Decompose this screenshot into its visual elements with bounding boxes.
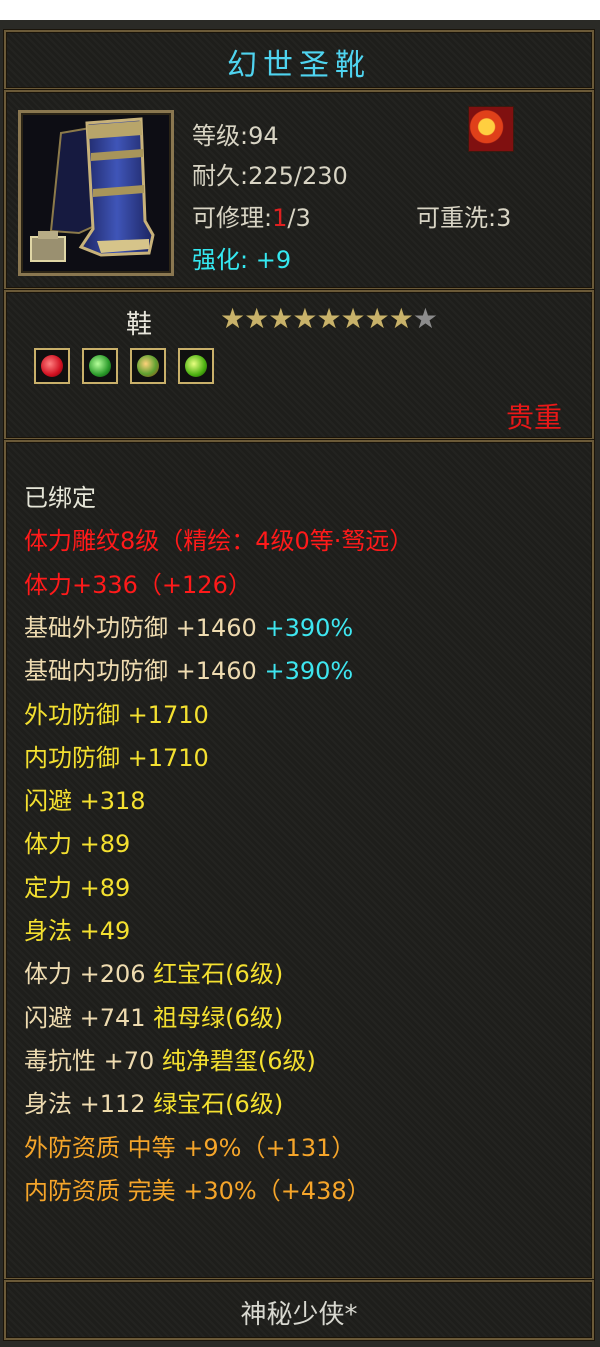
stats-section: 已绑定体力雕纹8级（精绘：4级0等·驽远） 体力+336（+126） 基础外功防御 … <box>4 440 594 1280</box>
owner-name: 神秘少侠* <box>240 1300 358 1330</box>
stat-line: 外防资质 中等 +9%（+131） <box>24 1128 355 1163</box>
rarity-label: 贵重 <box>505 401 562 434</box>
stat-line: 内防资质 完美 +30%（+438） <box>24 1171 371 1206</box>
stat-segment: +390% <box>264 657 354 686</box>
stat-line: 基础内功防御 +1460 +390% <box>24 651 353 686</box>
repair-label: 可修理: <box>192 204 273 232</box>
star-filled-icon: ★ <box>388 302 414 335</box>
stat-line: 基础外功防御 +1460 +390% <box>24 608 353 643</box>
level-text: 等级:94 <box>192 122 279 150</box>
stat-line: 内功防御 +1710 <box>24 738 209 773</box>
star-filled-icon: ★ <box>364 302 390 335</box>
stat-segment: 体力雕纹8级（精绘：4级0等·驽远） <box>24 527 414 556</box>
red-gem-icon[interactable] <box>34 348 70 384</box>
stat-segment: 身法 +49 <box>24 917 131 945</box>
item-type: 鞋 <box>126 310 153 340</box>
footer-bar: 神秘少侠* <box>4 1280 594 1340</box>
boots-icon <box>30 117 155 262</box>
enhance-line: 强化: +9 <box>192 240 291 275</box>
star-filled-icon: ★ <box>268 302 293 335</box>
fire-skill-icon[interactable] <box>468 106 514 152</box>
stat-line: 闪避 +318 <box>24 781 146 816</box>
repair-count: 可修理:1/3 <box>192 198 311 233</box>
lime-gem-icon[interactable] <box>178 348 214 384</box>
stat-segment: 体力 +206 <box>24 960 154 989</box>
stat-segment: 绿宝石(6级) <box>153 1090 284 1119</box>
stat-line: 定力 +89 <box>24 868 130 903</box>
item-tooltip: 幻世圣靴 等级:94 耐久:225/230 可修理:1/3 可重洗:3 强化: … <box>0 20 600 1347</box>
stat-segment: +390% <box>264 613 354 642</box>
stat-line: 已绑定 <box>24 478 96 513</box>
stat-segment: 毒抗性 +70 <box>24 1046 162 1075</box>
stat-segment: 基础内功防御 +1460 <box>24 657 265 686</box>
stat-line: 外功防御 +1710 <box>24 695 209 730</box>
star-filled-icon: ★ <box>244 302 269 335</box>
stat-line: 体力 +89 <box>24 824 130 859</box>
stat-segment: 已绑定 <box>24 484 96 512</box>
orange-green-gem-icon[interactable] <box>130 348 166 384</box>
repair-total: /3 <box>287 204 311 232</box>
rewash-text: 可重洗:3 <box>416 204 512 232</box>
star-filled-icon: ★ <box>316 302 341 335</box>
stat-segment: 内功防御 +1710 <box>24 743 209 772</box>
durability-text: 耐久:225/230 <box>192 162 348 190</box>
stat-line: 体力+336（+126） <box>24 565 252 600</box>
title-bar: 幻世圣靴 <box>4 30 594 90</box>
enhance-value: +9 <box>255 246 292 274</box>
stat-segment: 外功防御 +1710 <box>24 700 209 729</box>
stat-segment: 闪避 +741 <box>24 1003 154 1032</box>
item-icon[interactable] <box>18 110 174 276</box>
stat-segment: 外防资质 中等 +9%（+131） <box>24 1133 356 1162</box>
stat-segment: 体力 +89 <box>24 830 131 859</box>
stat-segment: 定力 +89 <box>24 873 131 902</box>
stat-line: 毒抗性 +70 纯净碧玺(6级) <box>24 1041 316 1076</box>
star-empty-icon: ★ <box>412 302 438 335</box>
stat-segment: 内防资质 完美 +30%（+438） <box>24 1176 371 1205</box>
star-rating: ★★★★★★★★★ <box>220 302 438 335</box>
stat-line: 闪避 +741 祖母绿(6级) <box>24 998 283 1033</box>
stat-segment: 祖母绿(6级) <box>153 1003 284 1032</box>
repair-used: 1 <box>272 204 288 232</box>
stat-segment: 基础外功防御 +1460 <box>24 613 265 642</box>
star-filled-icon: ★ <box>220 302 245 335</box>
stat-segment: 红宝石(6级) <box>153 960 284 989</box>
item-type-section: 鞋 ★★★★★★★★★ 贵重 <box>4 290 594 440</box>
stat-line: 身法 +112 绿宝石(6级) <box>24 1084 283 1119</box>
stat-segment: 体力+336（+126） <box>24 570 252 599</box>
stat-segment: 身法 +112 <box>24 1090 154 1119</box>
star-filled-icon: ★ <box>340 302 366 335</box>
stat-segment: 闪避 +318 <box>24 787 146 816</box>
stat-line: 体力 +206 红宝石(6级) <box>24 954 283 989</box>
green-gem-icon[interactable] <box>82 348 118 384</box>
stat-segment: 纯净碧玺(6级) <box>161 1046 316 1075</box>
stat-line: 身法 +49 <box>24 911 130 946</box>
star-filled-icon: ★ <box>292 302 317 335</box>
item-name: 幻世圣靴 <box>227 48 371 83</box>
enhance-label: 强化: <box>192 246 249 274</box>
stat-line: 体力雕纹8级（精绘：4级0等·驽远） <box>24 521 413 556</box>
item-info-section: 等级:94 耐久:225/230 可修理:1/3 可重洗:3 强化: +9 <box>4 90 594 290</box>
